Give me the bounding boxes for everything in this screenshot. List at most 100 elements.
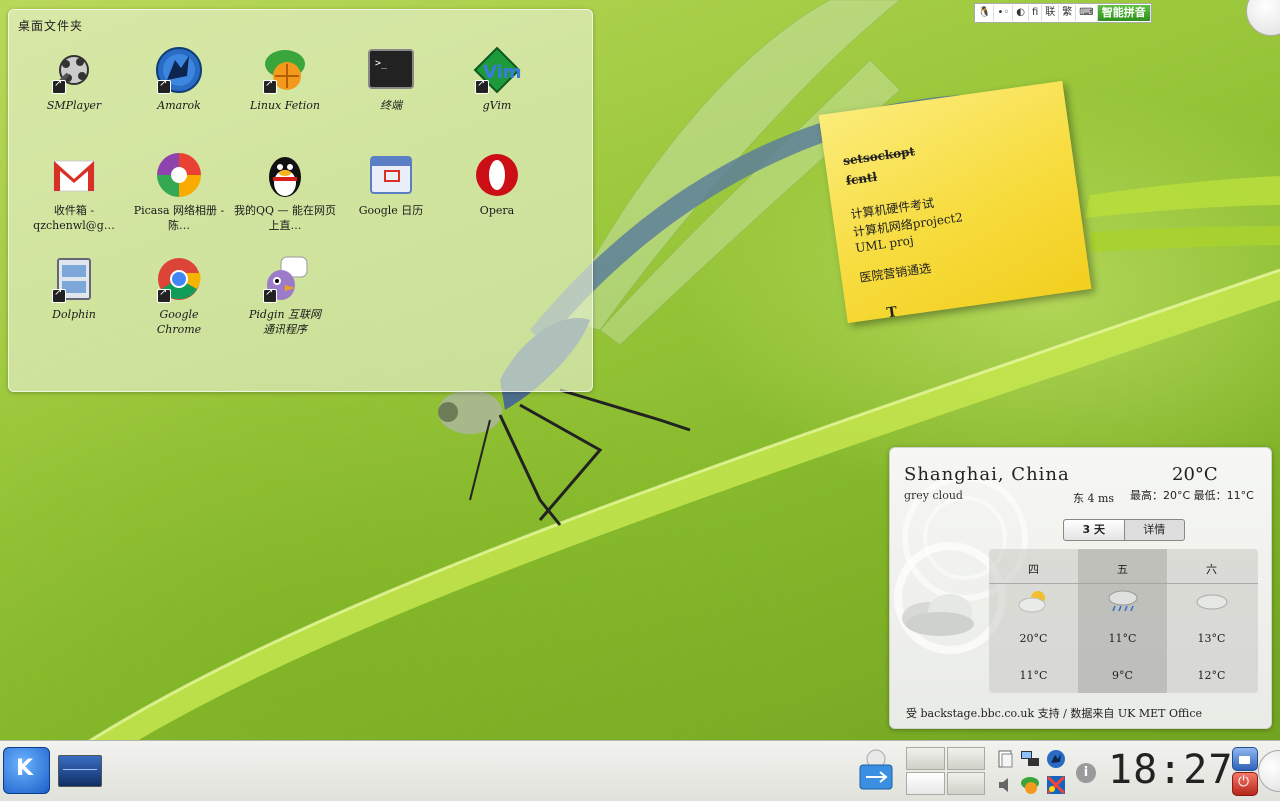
forecast-day: 六 13°C 12°C [1167,549,1256,693]
panel-toolbox-cashew[interactable] [1258,750,1280,792]
digital-clock[interactable]: 18:27 [1108,747,1233,793]
picasa-icon [155,151,203,199]
google-calendar-icon [367,151,415,199]
forecast-day-label: 六 [1206,563,1217,576]
desktop-3-button[interactable] [906,772,945,795]
virtual-desktop-pager [906,747,985,795]
desktop-4-button[interactable] [946,772,985,795]
opera-icon [473,151,521,199]
note-struck-line: setsockopt [842,144,916,169]
forecast-low: 11°C [1019,669,1048,682]
gmail-icon [50,151,98,199]
desktop-2-button[interactable] [946,747,985,770]
forecast-low: 9°C [1112,669,1133,682]
desktop-item-label: 我的QQ — 能在网页上直… [233,204,337,232]
desktop-item-opera[interactable]: Opera [444,151,550,218]
desktop-item-label: Google 日历 [358,204,424,217]
desktop-item-amarok[interactable]: Amarok [126,46,232,113]
chrome-icon [155,255,203,303]
network-icon[interactable] [1020,749,1040,769]
desktop-item-google-calendar[interactable]: Google 日历 [338,151,444,218]
text-format-icon[interactable]: T [886,304,902,321]
lock-screen-button[interactable] [1232,747,1258,771]
weather-wind: 东 4 ms [1073,492,1115,505]
forecast-high: 20°C [1019,632,1048,645]
desktop-item-picasa[interactable]: Picasa 网络相册 - 陈… [126,151,232,233]
desktop-item-smplayer[interactable]: SMPlayer [21,46,127,113]
desktop-item-label: Linux Fetion [250,99,320,112]
kde-menu-button[interactable]: K [3,747,50,794]
folder-view-title: 桌面文件夹 [18,19,84,33]
desktop-item-linux-fetion[interactable]: Linux Fetion [232,46,338,113]
desktop-item-gmail[interactable]: 收件箱 - qzchenwl@g… [21,151,127,233]
amarok-wolf-icon [155,46,203,94]
notifications-info-icon[interactable]: i [1076,763,1096,783]
forecast-high: 13°C [1197,632,1226,645]
desktop-item-terminal[interactable]: >_ 终端 [338,46,444,113]
smplayer-icon [50,46,98,94]
tab-3-days[interactable]: 3 天 [1064,520,1125,540]
ime-mode-icon[interactable]: •◦ [994,5,1014,21]
ime-fullwidth-icon[interactable]: fi [1029,5,1043,21]
desktop-item-label: SMPlayer [46,99,102,112]
desktop-item-label: 收件箱 - qzchenwl@g… [33,204,115,232]
sticky-note-widget[interactable]: setsockopt fcntl 计算机硬件考试 计算机网络project2 U… [818,80,1092,324]
ime-logo-icon[interactable]: 🐧 [975,5,995,21]
amarok-tray-icon[interactable] [1046,749,1066,769]
svg-text:>_: >_ [375,58,388,69]
weather-condition: grey cloud [904,489,963,502]
tab-details[interactable]: 详情 [1125,520,1185,540]
qq-penguin-icon [261,151,309,199]
desktop-item-label: Google Chrome [156,308,202,336]
partly-cloudy-icon [1018,591,1046,613]
kde-logo-icon: K [16,756,34,781]
folder-view-widget: 桌面文件夹 SMPlayer Amarok Linux Fetion >_ 终端… [8,9,593,392]
logout-button[interactable] [1232,772,1258,796]
weather-source-footer: 受 backstage.bbc.co.uk 支持 / 数据来自 UK MET O… [906,707,1202,720]
terminal-icon: >_ [367,46,415,94]
fetion-icon [261,46,309,94]
current-cloud-icon [902,594,974,636]
cloudy-icon [1196,594,1228,610]
forecast-day-label: 五 [1117,563,1128,576]
clipboard-icon[interactable] [996,749,1016,769]
desktop-item-label: Picasa 网络相册 - 陈… [133,204,225,232]
ime-keyboard-icon[interactable]: ⌨ [1076,5,1098,21]
input-method-toolbar: 🐧 •◦ ◐ fi 联 繁 ⌨ 智能拼音 [974,3,1152,23]
gvim-icon: Vim [473,46,521,94]
volume-icon[interactable] [996,775,1016,795]
desktop-item-chrome[interactable]: Google Chrome [126,255,232,337]
svg-text:Vim: Vim [483,62,521,83]
dolphin-file-manager-icon [50,255,98,303]
desktop-item-label: Pidgin 互联网通讯程序 [248,308,322,336]
forecast-day-label: 四 [1028,563,1039,576]
weather-widget: Shanghai, China 20°C grey cloud 东 4 ms 最… [889,447,1272,729]
ime-skin-icon[interactable]: ◐ [1013,5,1029,21]
desktop-item-dolphin[interactable]: Dolphin [21,255,127,322]
fetion-tray-icon[interactable] [1020,775,1040,795]
device-notifier-usb-icon[interactable] [858,749,894,795]
ime-traditional-toggle[interactable]: 繁 [1059,5,1077,21]
desktop-item-qq[interactable]: 我的QQ — 能在网页上直… [232,151,338,233]
note-struck-line: fcntl [845,169,878,188]
desktop-item-pidgin[interactable]: Pidgin 互联网通讯程序 [232,255,338,337]
forecast-low: 12°C [1197,669,1226,682]
show-desktop-button[interactable] [58,755,102,787]
forecast-day: 五 11°C 9°C [1078,549,1167,693]
ime-association-toggle[interactable]: 联 [1042,5,1060,21]
forecast-high: 11°C [1108,632,1137,645]
note-line: 医院营销通选 [858,261,932,285]
desktop-1-button[interactable] [906,747,945,770]
rain-icon [1108,590,1138,612]
desktop-item-label: Dolphin [52,308,96,321]
taskbar-panel: K i 18:27 [0,740,1280,801]
desktop-item-label: 终端 [380,99,402,112]
weather-tabbar: 3 天 详情 [1063,519,1185,541]
ime-brand-label[interactable]: 智能拼音 [1097,5,1151,21]
desktop-item-gvim[interactable]: Vim gVim [444,46,550,113]
desktop-item-label: Amarok [157,99,201,112]
weather-current-temp: 20°C [1172,464,1218,485]
input-method-tray-icon[interactable] [1046,775,1066,795]
weather-city: Shanghai, China [904,464,1070,485]
pidgin-icon [261,255,309,303]
